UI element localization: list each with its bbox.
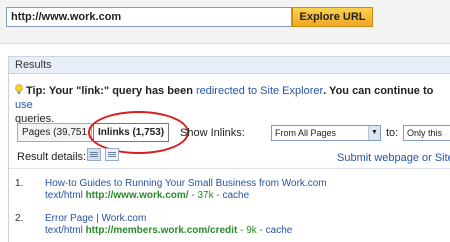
tip-text-middle: . You can continue to (323, 85, 434, 97)
panel-title: Results (9, 57, 450, 74)
tab-inlinks[interactable]: Inlinks (1,753) (93, 123, 169, 142)
from-pages-value: From All Pages (275, 128, 337, 138)
result-details-label: Result details: (17, 151, 87, 163)
divider (9, 168, 450, 169)
result-size: 9k (246, 225, 257, 236)
result-meta: text/html http://members.work.com/credit… (45, 225, 293, 236)
result-url: http://members.work.com/credit (85, 225, 238, 236)
list-view-icon (90, 152, 98, 153)
tab-pages[interactable]: Pages (39,751 (17, 123, 92, 142)
from-pages-select[interactable]: From All Pages ▼ (271, 125, 381, 141)
to-label: to: (386, 127, 399, 139)
result-url: http://www.work.com/ (85, 190, 189, 201)
result-number: 2. (15, 213, 24, 224)
result-type: text/html (45, 225, 83, 236)
submit-webpage-link[interactable]: Submit webpage or Site (337, 152, 450, 164)
redirect-link[interactable]: redirected to Site Explorer (196, 85, 323, 97)
result-size: 37k (197, 190, 214, 201)
to-url-select[interactable]: Only this URL (403, 125, 450, 141)
to-url-value: Only this URL (407, 128, 443, 138)
result-type: text/html (45, 190, 83, 201)
cache-link[interactable]: cache (266, 225, 293, 236)
results-panel: Results Tip: Your "link:" query has been… (8, 56, 450, 242)
explore-url-button[interactable]: Explore URL (292, 7, 373, 27)
url-toolbar: http://www.work.com Explore URL (0, 0, 450, 44)
tip-message: Tip: Your "link:" query has been redirec… (15, 84, 449, 126)
result-title-link[interactable]: Error Page | Work.com (45, 213, 146, 224)
cache-link[interactable]: cache (222, 190, 249, 201)
result-meta: text/html http://www.work.com/ - 37k - c… (45, 190, 250, 201)
result-number: 1. (15, 178, 24, 189)
lightbulb-icon (15, 84, 23, 94)
result-title-link[interactable]: How-to Guides to Running Your Small Busi… (45, 178, 327, 189)
detailed-view-button[interactable] (87, 148, 101, 161)
chevron-down-icon: ▼ (368, 126, 380, 140)
compact-view-button[interactable] (105, 148, 119, 161)
use-link[interactable]: use (15, 99, 33, 111)
show-inlinks-label: Show Inlinks: (180, 127, 245, 139)
url-input[interactable]: http://www.work.com (6, 7, 292, 27)
tip-text-start: Tip: Your "link:" query has been (26, 85, 196, 97)
compact-view-icon (108, 152, 116, 153)
